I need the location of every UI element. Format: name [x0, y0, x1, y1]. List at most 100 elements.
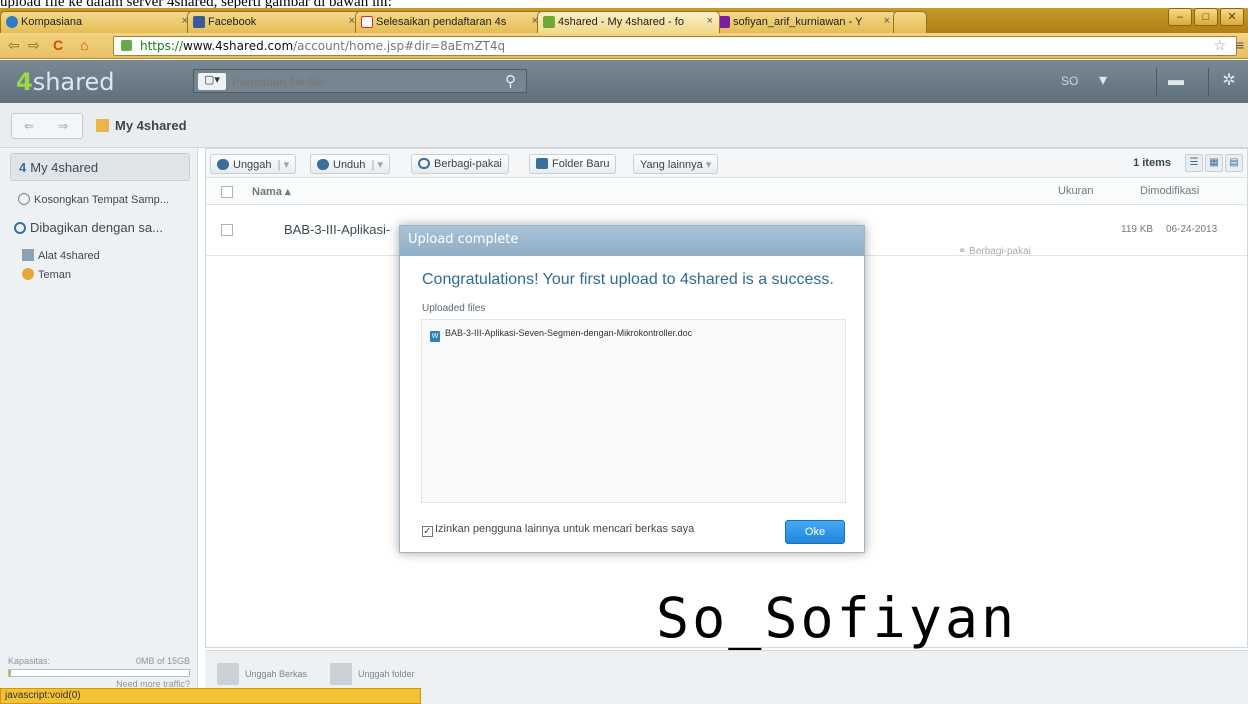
close-icon[interactable]: ×	[884, 15, 890, 27]
upload-folder-icon	[330, 663, 352, 685]
trash-icon	[18, 193, 30, 205]
folder-plus-icon	[536, 158, 548, 169]
new-folder-button[interactable]: Folder Baru	[529, 154, 617, 174]
minimize-icon[interactable]: –	[1168, 8, 1192, 26]
column-size[interactable]: Ukuran	[1058, 185, 1093, 197]
user-initials[interactable]: SO	[1061, 74, 1078, 88]
word-doc-icon: W	[430, 331, 440, 342]
maximize-icon[interactable]: □	[1194, 8, 1218, 26]
grid-view-icon[interactable]: ▦	[1205, 154, 1223, 172]
upload-button[interactable]: Unggah | ▾	[210, 154, 297, 174]
home-icon[interactable]: ⌂	[80, 37, 88, 53]
list-view-icon[interactable]: ☰	[1185, 154, 1203, 172]
reload-icon[interactable]: C	[53, 37, 63, 53]
forward-icon[interactable]: ⇨	[28, 37, 40, 54]
allow-search-checkbox[interactable]: ✓ Izinkan pengguna lainnya untuk mencari …	[422, 523, 694, 537]
list-item[interactable]: W BAB-3-III-Aplikasi-Seven-Segmen-dengan-…	[430, 328, 692, 342]
sidebar-item-friends[interactable]: Teman	[22, 268, 71, 281]
lock-icon	[121, 40, 132, 51]
chat-icon[interactable]: ▬	[1162, 70, 1190, 92]
4shared-icon: 4	[19, 160, 27, 175]
sidebar-item-tools[interactable]: Alat 4shared	[22, 249, 100, 262]
friends-icon	[22, 268, 34, 280]
tab-label: 4shared - My 4shared - fo	[558, 16, 684, 28]
ok-button[interactable]: Oke	[785, 520, 845, 544]
row-checkbox[interactable]	[221, 224, 233, 236]
detail-view-icon[interactable]: ▤	[1225, 154, 1243, 172]
uploaded-files-label: Uploaded files	[422, 303, 486, 314]
upload-files-button[interactable]: Unggah Berkas	[217, 663, 307, 685]
4shared-logo[interactable]: 4shared	[16, 68, 114, 96]
site-header: 4shared ▢▾ ⚲ SO ▾ ▬ ✲	[0, 60, 1248, 103]
sidebar: 4 My 4shared Kosongkan Tempat Samp... Dib…	[0, 148, 198, 704]
screen: upload file ke dalam server 4shared, sep…	[0, 0, 1248, 704]
tab-4shared[interactable]: 4shared - My 4shared - fo ×	[537, 11, 720, 33]
storage-quota: Kapasitas: 0MB of 15GB Need more traffic?	[8, 656, 190, 689]
search-icon[interactable]: ⚲	[505, 72, 516, 90]
close-icon[interactable]: ×	[707, 15, 713, 27]
back-arrow-icon[interactable]: ⇐	[12, 114, 46, 138]
select-all-checkbox[interactable]	[221, 186, 233, 198]
url-host: www.4shared.com	[183, 39, 294, 53]
tab-label: sofiyan_arif_kurniawan - Y	[733, 16, 863, 28]
table-header: Nama ▴ Ukuran Dimodifikasi	[206, 179, 1247, 205]
row-share-link[interactable]: ⚭ Berbagi-pakai	[958, 246, 1031, 257]
dialog-title: Upload complete	[400, 226, 864, 256]
back-icon[interactable]: ⇦	[8, 37, 20, 54]
file-type-dropdown[interactable]: ▢▾	[198, 73, 226, 90]
quota-value: 0MB of 15GB	[135, 656, 190, 666]
kompasiana-icon	[6, 16, 18, 28]
upload-folder-button[interactable]: Unggah folder	[330, 663, 415, 685]
items-count: 1 items	[1133, 157, 1171, 169]
download-button[interactable]: Unduh | ▾	[310, 154, 390, 174]
view-switcher: ☰ ▦ ▤	[1185, 154, 1243, 172]
search-box: ▢▾ ⚲	[193, 69, 527, 93]
breadcrumb[interactable]: My 4shared	[96, 118, 187, 133]
success-message: Congratulations! Your first upload to 4s…	[422, 271, 834, 288]
share-icon	[14, 222, 26, 234]
tab-yahoo-mail[interactable]: sofiyan_arif_kurniawan - Y ×	[712, 11, 897, 33]
url-scheme: https://	[140, 39, 184, 53]
close-window-icon[interactable]: ✕	[1220, 8, 1244, 26]
divider	[1208, 68, 1209, 96]
cloud-download-icon	[317, 159, 329, 170]
forward-arrow-icon[interactable]: ⇒	[46, 114, 80, 138]
file-name[interactable]: BAB-3-III-Aplikasi-	[284, 222, 390, 237]
user-avatar-icon[interactable]: ▾	[1089, 70, 1117, 92]
bookmark-star-icon[interactable]: ☆	[1213, 38, 1226, 54]
tab-facebook[interactable]: Facebook ×	[187, 11, 362, 33]
file-modified: 06-24-2013	[1166, 224, 1218, 235]
column-name[interactable]: Nama ▴	[252, 185, 291, 198]
upload-complete-dialog: Upload complete Congratulations! Your fi…	[399, 225, 865, 553]
sidebar-item-my4shared[interactable]: 4 My 4shared	[10, 153, 190, 181]
sidebar-item-shared[interactable]: Dibagikan dengan sa...	[14, 220, 163, 235]
watermark: So_Sofiyan	[656, 586, 1018, 650]
new-tab-button[interactable]	[893, 11, 927, 33]
checkbox-checked-icon[interactable]: ✓	[422, 526, 433, 537]
browser-toolbar: ⇦ ⇨ C ⌂ https://www.4shared.com/account/…	[0, 33, 1248, 59]
gmail-icon	[361, 16, 373, 28]
address-bar[interactable]: https://www.4shared.com/account/home.jsp…	[113, 36, 1237, 56]
more-button[interactable]: Yang lainnya ▾	[633, 154, 719, 174]
menu-icon[interactable]: ≡	[1236, 37, 1246, 53]
tab-kompasiana[interactable]: Kompasiana ×	[0, 11, 195, 33]
document-caption: upload file ke dalam server 4shared, sep…	[0, 0, 1248, 8]
folder-tree-icon	[96, 119, 109, 132]
4shared-icon	[543, 16, 555, 28]
divider	[1156, 68, 1157, 96]
share-icon	[418, 158, 430, 169]
file-size: 119 KB	[1121, 224, 1154, 235]
search-input[interactable]	[232, 73, 472, 90]
gear-icon[interactable]: ✲	[1215, 70, 1243, 92]
tab-label: Selesaikan pendaftaran 4s	[376, 16, 507, 28]
breadcrumb-bar: ⇐ ⇒ My 4shared	[0, 103, 1248, 148]
column-modified[interactable]: Dimodifikasi	[1140, 185, 1199, 197]
share-button[interactable]: Berbagi-pakai	[411, 154, 509, 174]
status-bar: javascript:void(0)	[0, 688, 421, 704]
tab-gmail[interactable]: Selesaikan pendaftaran 4s ×	[355, 11, 545, 33]
sidebar-item-trash[interactable]: Kosongkan Tempat Samp...	[18, 193, 169, 206]
tab-label: Facebook	[208, 16, 257, 28]
upload-file-icon	[217, 663, 239, 685]
quota-fill	[9, 670, 11, 676]
tab-label: Kompasiana	[21, 16, 83, 28]
